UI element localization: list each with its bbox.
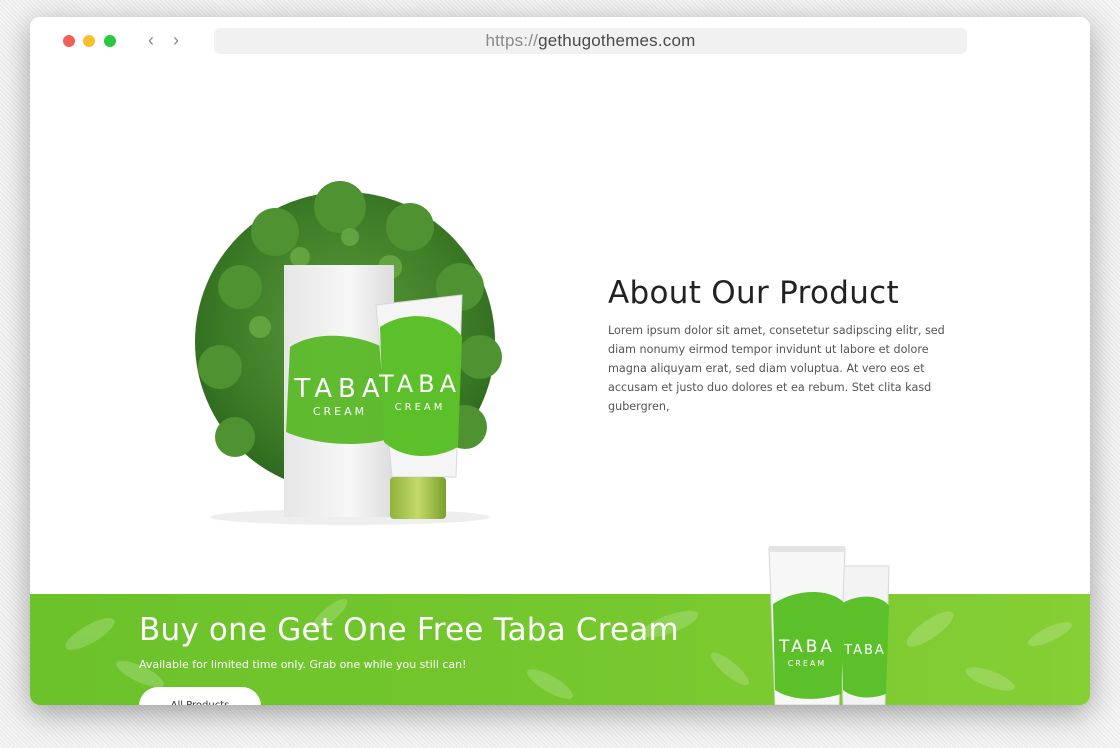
about-section: About Our Product Lorem ipsum dolor sit … <box>608 275 948 416</box>
promo-title: Buy one Get One Free Taba Cream <box>139 612 679 648</box>
tube-brand-text: TABA <box>378 370 461 398</box>
promo-tubes-image: TABA TABA CREAM <box>768 546 890 705</box>
promo-banner: Buy one Get One Free Taba Cream Availabl… <box>30 594 1090 705</box>
chevron-right-icon[interactable]: › <box>167 30 185 50</box>
address-bar[interactable]: https://gethugothemes.com <box>214 28 967 54</box>
all-products-button[interactable]: All Products <box>139 687 261 705</box>
minimize-window-button[interactable] <box>83 35 95 47</box>
promo-tube-back: TABA <box>838 565 890 705</box>
product-box: TABA CREAM <box>284 265 394 517</box>
promo-tube-front-sub: CREAM <box>788 659 827 668</box>
box-sub-text: CREAM <box>313 405 367 418</box>
url-scheme: https:// <box>485 31 539 50</box>
close-window-button[interactable] <box>63 35 75 47</box>
browser-window: ‹ › https://gethugothemes.com TABA CREAM… <box>30 17 1090 705</box>
browser-toolbar: ‹ › https://gethugothemes.com <box>30 17 1090 65</box>
promo-tube-back-text: TABA <box>843 643 886 658</box>
maximize-window-button[interactable] <box>104 35 116 47</box>
chevron-left-icon[interactable]: ‹ <box>142 30 160 50</box>
box-brand-text: TABA <box>293 374 385 404</box>
promo-tube-front: TABA CREAM <box>768 546 846 705</box>
product-image: TABA CREAM TABA CREAM <box>195 181 502 525</box>
about-body: Lorem ipsum dolor sit amet, consetetur s… <box>608 324 945 413</box>
promo-subtitle: Available for limited time only. Grab on… <box>139 658 467 671</box>
tube-sub-text: CREAM <box>395 402 446 413</box>
about-title: About Our Product <box>608 275 899 311</box>
url-host: gethugothemes.com <box>538 31 696 50</box>
promo-tube-front-text: TABA <box>778 637 835 657</box>
